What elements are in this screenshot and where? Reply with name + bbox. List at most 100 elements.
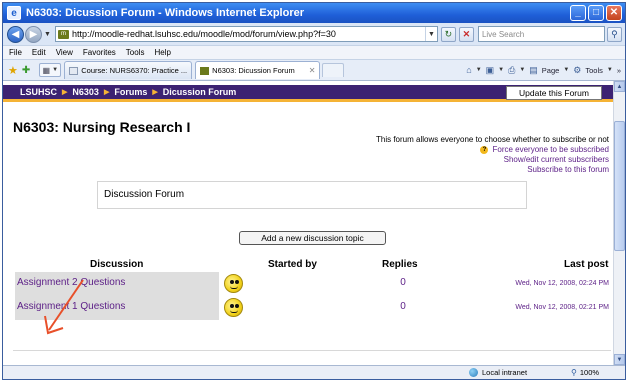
replies-count[interactable]: 0 — [393, 277, 413, 288]
status-bar: Local intranet ⚲ 100% — [3, 365, 625, 379]
help-icon[interactable]: ? — [480, 145, 489, 154]
breadcrumb: LSUHSC ▶ N6303 ▶ Forums ▶ Dicussion Foru… — [20, 87, 236, 97]
zoom-level[interactable]: 100% — [580, 368, 599, 377]
breadcrumb-course[interactable]: N6303 — [72, 87, 99, 97]
menu-favorites[interactable]: Favorites — [83, 48, 116, 57]
last-post-link[interactable]: Wed, Nov 12, 2008, 02:21 PM — [515, 304, 609, 311]
force-subscribe-link[interactable]: Force everyone to be subscribed — [492, 145, 609, 154]
page-icon: ▤ — [529, 64, 538, 75]
avatar[interactable] — [224, 274, 243, 293]
menu-bar: File Edit View Favorites Tools Help — [3, 45, 625, 59]
feeds-icon[interactable]: ▣ — [486, 65, 495, 76]
scroll-up-icon[interactable]: ▲ — [614, 81, 625, 92]
zoom-control[interactable]: ⚲ 100% — [571, 368, 599, 377]
avatar-mouth — [230, 286, 238, 289]
url-dropdown-icon[interactable]: ▼ — [424, 27, 437, 41]
add-favorite-icon[interactable]: ✚ — [22, 65, 30, 76]
window-title: N6303: Dicussion Forum - Windows Interne… — [26, 7, 305, 19]
header-discussion: Discussion — [90, 259, 144, 270]
breadcrumb-separator-icon: ▶ — [103, 89, 110, 96]
maximize-button[interactable]: □ — [588, 5, 604, 21]
back-button[interactable]: ◀ — [7, 25, 24, 43]
page-content: LSUHSC ▶ N6303 ▶ Forums ▶ Dicussion Foru… — [3, 81, 613, 365]
search-input[interactable]: Live Search — [477, 26, 605, 42]
address-bar: ◀ ▶ ▼ m http://moodle-redhat.lsuhsc.edu/… — [3, 23, 625, 45]
chevron-down-icon[interactable]: ▼ — [519, 67, 525, 73]
menu-view[interactable]: View — [56, 48, 73, 57]
header-replies: Replies — [382, 259, 418, 270]
avatar-eye — [235, 304, 239, 308]
table-row: Assignment 1 Questions 0 Wed, Nov 12, 20… — [15, 296, 611, 320]
tools-menu[interactable]: Tools — [585, 66, 603, 75]
search-icon[interactable]: ⚲ — [606, 26, 622, 42]
refresh-button[interactable]: ↻ — [440, 26, 456, 42]
show-edit-subscribers-link[interactable]: Show/edit current subscribers — [309, 155, 609, 165]
scroll-down-icon[interactable]: ▼ — [614, 354, 625, 365]
url-text[interactable]: http://moodle-redhat.lsuhsc.edu/moodle/m… — [72, 29, 425, 39]
breadcrumb-current: Dicussion Forum — [162, 87, 237, 97]
close-tab-icon[interactable]: ✕ — [309, 66, 316, 75]
tab-discussion-forum[interactable]: N6303: Dicussion Forum ✕ — [195, 61, 321, 79]
subscription-panel: This forum allows everyone to choose whe… — [309, 135, 609, 175]
home-icon[interactable]: ⌂ — [466, 65, 471, 75]
vertical-scrollbar[interactable]: ▲ ▼ — [613, 81, 625, 365]
avatar-eye — [230, 304, 234, 308]
url-field[interactable]: m http://moodle-redhat.lsuhsc.edu/moodle… — [54, 26, 438, 42]
chevron-down-icon[interactable]: ▼ — [563, 67, 569, 73]
scroll-thumb[interactable] — [614, 121, 625, 251]
annotation-arrow-head — [44, 315, 64, 335]
avatar-mouth — [230, 310, 238, 313]
gear-icon: ⚙ — [573, 64, 582, 75]
tab-bar: ★ ✚ ▦ ▼ Course: NURS6370: Practice ... N6… — [3, 59, 625, 81]
menu-file[interactable]: File — [9, 48, 22, 57]
zoom-icon: ⚲ — [571, 368, 577, 377]
title-bar: e N6303: Dicussion Forum - Windows Inter… — [3, 3, 625, 23]
annotation-arrow-shaft — [48, 279, 84, 331]
update-forum-button[interactable]: Update this Forum — [506, 86, 602, 100]
chevron-down-icon[interactable]: ▼ — [476, 67, 482, 73]
more-commands-icon[interactable]: » — [617, 66, 621, 75]
avatar[interactable] — [224, 298, 243, 317]
subscribe-link[interactable]: Subscribe to this forum — [309, 165, 609, 175]
new-tab-button[interactable] — [322, 63, 345, 77]
minimize-button[interactable]: _ — [570, 5, 586, 21]
replies-count[interactable]: 0 — [393, 301, 413, 312]
globe-icon — [469, 368, 478, 377]
page-menu[interactable]: Page — [542, 66, 560, 75]
chevron-down-icon[interactable]: ▼ — [498, 67, 504, 73]
history-dropdown-icon[interactable]: ▼ — [44, 31, 51, 38]
forum-intro: Discussion Forum — [97, 181, 527, 209]
forward-button[interactable]: ▶ — [25, 25, 42, 43]
quick-tabs-button[interactable]: ▦ ▼ — [39, 63, 62, 77]
header-started-by: Started by — [268, 259, 317, 270]
ie-logo-icon: e — [7, 6, 21, 20]
chevron-down-icon: ▼ — [52, 67, 59, 73]
add-discussion-button[interactable]: Add a new discussion topic — [239, 231, 386, 245]
tab-label: Course: NURS6370: Practice ... — [81, 66, 188, 75]
moodle-favicon-icon — [200, 66, 210, 75]
avatar-eye — [235, 280, 239, 284]
last-post-link[interactable]: Wed, Nov 12, 2008, 02:24 PM — [515, 280, 609, 287]
close-button[interactable]: ✕ — [606, 5, 622, 21]
print-icon[interactable]: ⎙ — [508, 65, 515, 76]
window-controls: _ □ ✕ — [570, 5, 622, 21]
moodle-favicon-icon: m — [57, 29, 69, 39]
zone-label: Local intranet — [482, 368, 528, 377]
subscription-info-text: This forum allows everyone to choose whe… — [375, 135, 609, 144]
menu-edit[interactable]: Edit — [32, 48, 46, 57]
favorites-star-icon[interactable]: ★ — [8, 64, 18, 77]
menu-tools[interactable]: Tools — [126, 48, 145, 57]
command-bar: ⌂ ▼ ▣ ▼ ⎙ ▼ ▤ Page ▼ ⚙ Tools ▼ » — [466, 65, 621, 76]
divider — [13, 350, 611, 351]
breadcrumb-lsuhsc[interactable]: LSUHSC — [20, 87, 57, 97]
menu-help[interactable]: Help — [154, 48, 170, 57]
table-header: Discussion Started by Replies Last post — [13, 257, 611, 271]
chevron-down-icon[interactable]: ▼ — [607, 67, 613, 73]
stop-button[interactable]: ✕ — [458, 26, 474, 42]
breadcrumb-separator-icon: ▶ — [62, 89, 68, 96]
page-title: N6303: Nursing Research I — [13, 119, 191, 135]
annotation-arrow-icon — [44, 279, 84, 335]
tab-course[interactable]: Course: NURS6370: Practice ... — [64, 61, 193, 79]
breadcrumb-forums[interactable]: Forums — [114, 87, 147, 97]
browser-window: e N6303: Dicussion Forum - Windows Inter… — [2, 2, 626, 380]
